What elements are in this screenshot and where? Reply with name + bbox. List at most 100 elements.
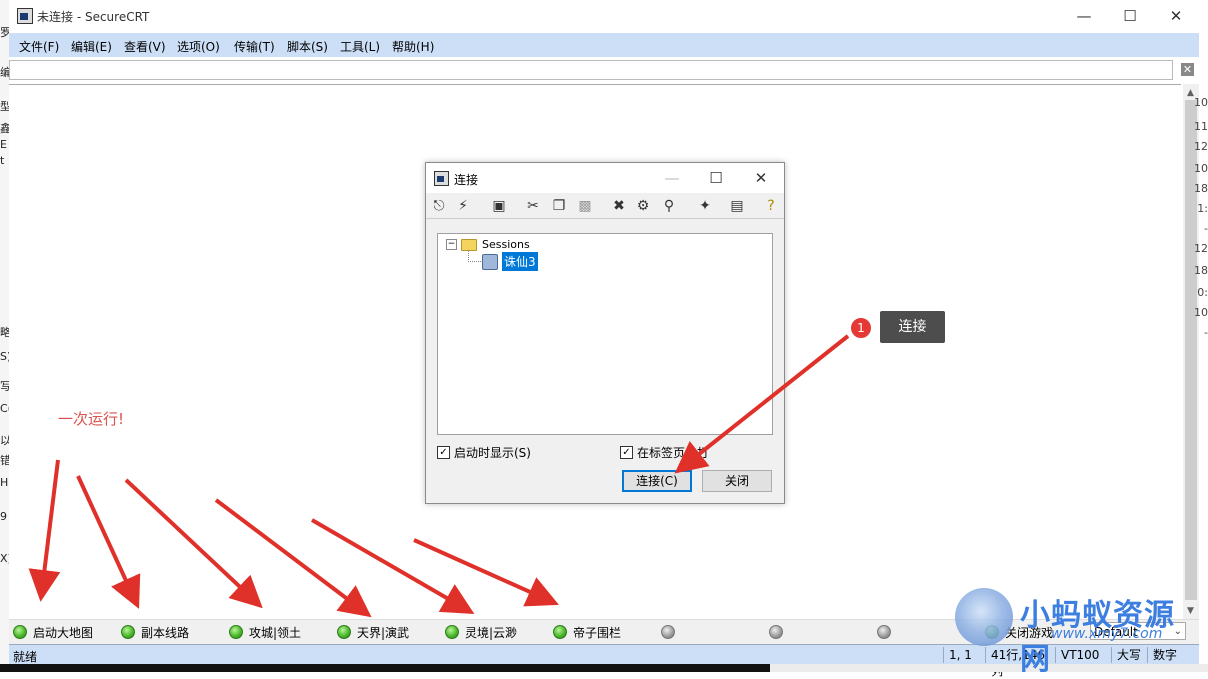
window-title: 未连接 - SecureCRT [37, 10, 150, 24]
bg-text: H [0, 476, 9, 489]
dialog-maximize-button[interactable]: ☐ [694, 163, 738, 193]
minimize-button[interactable]: — [1061, 0, 1107, 31]
checkmark-icon: ✓ [437, 446, 450, 459]
maximize-button[interactable]: ☐ [1107, 0, 1153, 31]
dialog-title-bar[interactable]: 连接 — ☐ ✕ [426, 163, 784, 193]
menu-view[interactable]: 查看(V) [124, 38, 166, 55]
open-in-tab-checkbox[interactable]: ✓ 在标签页中打 [620, 444, 709, 461]
find-icon[interactable]: ⚲ [660, 197, 678, 215]
background-window-right-strip: 10 11 12 10 18 1: - 12 18 0: 10 - [1194, 90, 1208, 350]
menu-bar: 文件(F) 编辑(E) 查看(V) 选项(O) 传输(T) 脚本(S) 工具(L… [9, 33, 1199, 57]
menu-edit[interactable]: 编辑(E) [71, 38, 112, 55]
button-empty-3[interactable] [877, 624, 897, 640]
green-led-icon [121, 625, 135, 639]
status-cursor: 1, 1 [943, 647, 985, 663]
dialog-close-button[interactable]: ✕ [739, 163, 783, 193]
dialog-app-icon [434, 171, 449, 186]
menu-options[interactable]: 选项(O) [177, 38, 220, 55]
close-icon: ✕ [1182, 63, 1193, 76]
connect-dialog: 连接 — ☐ ✕ ⎋ ⚡ ▣ ✂ ❐ ▩ ✖ ⚙ ⚲ ✦ ▤ ? − Sessi… [425, 162, 785, 504]
dialog-title: 连接 [454, 173, 479, 187]
green-led-icon [553, 625, 567, 639]
delete-icon[interactable]: ✖ [610, 197, 628, 215]
menu-tools[interactable]: 工具(L) [340, 38, 380, 55]
bg-text: 1: [1197, 202, 1208, 215]
menu-transfer[interactable]: 传输(T) [234, 38, 275, 55]
new-session-icon[interactable]: ▣ [490, 197, 508, 215]
button-label: 帝子围栏 [573, 625, 622, 640]
bg-text: 10 [1194, 162, 1208, 175]
cut-icon[interactable]: ✂ [524, 197, 542, 215]
status-state: 就绪 [13, 650, 38, 664]
collapse-icon[interactable]: − [446, 239, 457, 250]
minimize-icon: — [664, 169, 680, 187]
button-label: 天界|演武 [357, 625, 410, 640]
bg-text: - [1204, 222, 1208, 235]
tree-item-session[interactable]: 诛仙3 [482, 252, 538, 271]
button-emperor-fence[interactable]: 帝子围栏 [553, 624, 621, 640]
bg-text: 18 [1194, 264, 1208, 277]
address-input[interactable] [9, 60, 1173, 80]
address-close-button[interactable]: ✕ [1181, 63, 1194, 76]
maximize-icon: ☐ [1123, 6, 1137, 25]
button-dungeon-route[interactable]: 副本线路 [121, 624, 189, 640]
copy-icon[interactable]: ❐ [550, 197, 568, 215]
close-dialog-button[interactable]: 关闭 [702, 470, 772, 492]
paste-icon[interactable]: ▩ [576, 197, 594, 215]
green-led-icon [229, 625, 243, 639]
green-led-icon [13, 625, 27, 639]
button-label: 攻城|领土 [249, 625, 302, 640]
checkmark-icon: ✓ [620, 446, 633, 459]
bg-text: 0: [1197, 286, 1208, 299]
bg-text: 11 [1194, 120, 1208, 133]
button-label: 副本线路 [141, 625, 190, 640]
watermark-url: www.xmy7.com [1051, 626, 1163, 642]
callout-label: 连接 [880, 311, 945, 343]
bg-text: 10 [1194, 96, 1208, 109]
dialog-minimize-button: — [650, 163, 694, 193]
scroll-up-icon[interactable]: ▲ [1187, 88, 1194, 98]
checkbox-label: 在标签页中打 [637, 446, 710, 460]
menu-file[interactable]: 文件(F) [19, 38, 59, 55]
close-icon: ✕ [754, 169, 768, 187]
button-empty-2[interactable] [769, 624, 789, 640]
green-led-icon [445, 625, 459, 639]
folder-icon [461, 238, 477, 251]
show-on-startup-checkbox[interactable]: ✓ 启动时显示(S) [437, 444, 531, 461]
bg-text: 10 [1194, 306, 1208, 319]
gray-led-icon [769, 625, 783, 639]
properties-icon[interactable]: ⚙ [634, 197, 652, 215]
session-icon [482, 253, 498, 270]
close-button[interactable]: ✕ [1153, 0, 1199, 31]
gray-led-icon [661, 625, 675, 639]
menu-help[interactable]: 帮助(H) [392, 38, 434, 55]
button-spirit-realm[interactable]: 灵境|云渺 [445, 624, 517, 640]
help-icon[interactable]: ? [762, 197, 780, 215]
session-tree[interactable]: − Sessions 诛仙3 [437, 233, 773, 435]
connect-icon[interactable]: ⎋ [430, 197, 448, 215]
tree-item-sessions[interactable]: − Sessions [446, 238, 530, 251]
button-label: 灵境|云渺 [465, 625, 518, 640]
button-heaven-martial[interactable]: 天界|演武 [337, 624, 409, 640]
menu-script[interactable]: 脚本(S) [287, 38, 328, 55]
desktop-icon[interactable]: ▤ [728, 197, 746, 215]
checkbox-label: 启动时显示(S) [454, 446, 531, 460]
annotation-run-once: 一次运行! [58, 410, 125, 428]
button-empty-1[interactable] [661, 624, 681, 640]
new-folder-icon[interactable]: ✦ [696, 197, 714, 215]
button-start-map[interactable]: 启动大地图 [13, 624, 93, 640]
bg-text: 12 [1194, 140, 1208, 153]
dialog-toolbar: ⎋ ⚡ ▣ ✂ ❐ ▩ ✖ ⚙ ⚲ ✦ ▤ ? [426, 194, 784, 219]
button-siege-territory[interactable]: 攻城|领土 [229, 624, 301, 640]
connect-button[interactable]: 连接(C) [622, 470, 692, 492]
bg-text: 12 [1194, 242, 1208, 255]
button-label: 启动大地图 [33, 625, 94, 640]
app-icon [17, 8, 33, 24]
bg-text: - [1204, 326, 1208, 339]
bg-text: 9 [0, 510, 7, 523]
bg-text: 18 [1194, 182, 1208, 195]
title-bar[interactable]: 未连接 - SecureCRT — ☐ ✕ [9, 0, 1199, 31]
scrollbar-thumb[interactable] [1185, 100, 1197, 600]
session-label: 诛仙3 [502, 252, 538, 271]
quick-connect-icon[interactable]: ⚡ [454, 197, 472, 215]
